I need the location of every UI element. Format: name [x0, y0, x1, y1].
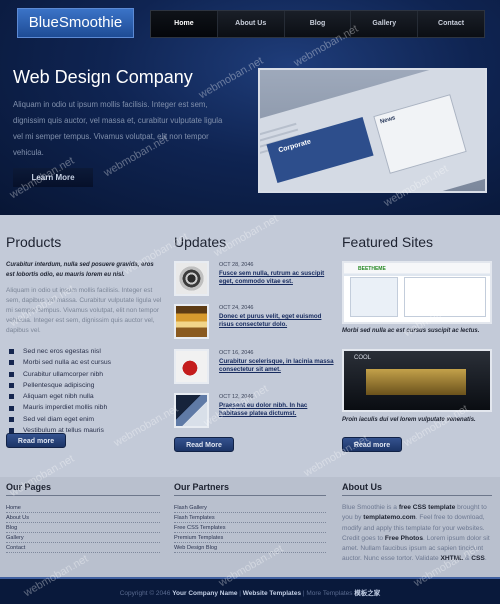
partner-link[interactable]: Flash Templates — [174, 513, 326, 523]
our-pages-list: Home About Us Blog Gallery Contact — [6, 503, 160, 553]
update-link[interactable]: Praesent eu dolor nibh. In hac habitasse… — [219, 402, 335, 418]
main-content: Products Curabitur interdum, nulla sed p… — [0, 215, 500, 477]
header: BlueSmoothie Home About Us Blog Gallery … — [0, 0, 500, 215]
our-partners-title: Our Partners — [174, 482, 230, 492]
hero-template-preview: Corporate News — [258, 68, 487, 193]
partner-link[interactable]: Free CSS Templates — [174, 523, 326, 533]
square-bullet-icon — [9, 383, 14, 389]
divider — [6, 495, 160, 496]
footer-links: Our Pages Home About Us Blog Gallery Con… — [0, 477, 500, 577]
square-bullet-icon — [9, 349, 14, 355]
list-item: Sed nec eros egestas nisl — [6, 346, 164, 357]
company-link[interactable]: Your Company Name — [172, 590, 237, 597]
partner-link[interactable]: Premium Templates — [174, 533, 326, 543]
footer-link-about-us[interactable]: About Us — [6, 513, 160, 523]
update-item: OCT 24, 2046 Donec et purus velit, eget … — [174, 304, 334, 344]
our-pages-title: Our Pages — [6, 482, 52, 492]
update-link[interactable]: Fusce sem nulla, rutrum ac suscipit eget… — [219, 270, 335, 286]
site-sidebar — [350, 277, 398, 317]
learn-more-button[interactable]: Learn More — [13, 168, 93, 187]
about-us-title: About Us — [342, 482, 382, 492]
list-item: Sed vel diam eget enim — [6, 414, 164, 425]
site-logo-text: COOL — [354, 355, 372, 361]
footer-link-gallery[interactable]: Gallery — [6, 533, 160, 543]
featured-site-caption: Proin iaculis dui vel lorem vulputate ve… — [342, 417, 476, 423]
about-link[interactable]: Free Photos — [385, 535, 423, 542]
copyright-text: Copyright © 2046 Your Company Name | Web… — [119, 590, 381, 597]
about-link[interactable]: XHTML — [440, 555, 463, 562]
update-item: OCT 16, 2046 Curabitur scelerisque, in l… — [174, 349, 334, 389]
footer-link-home[interactable]: Home — [6, 503, 160, 513]
website-templates-link[interactable]: Website Templates — [243, 590, 301, 597]
update-thumbnail[interactable] — [174, 304, 209, 339]
list-item: Curabitur ullamcorper nibh — [6, 369, 164, 380]
products-intro: Curabitur interdum, nulla sed posuere gr… — [6, 262, 154, 278]
main-nav: Home About Us Blog Gallery Contact — [150, 10, 485, 38]
update-date: OCT 24, 2046 — [219, 305, 254, 311]
nav-gallery[interactable]: Gallery — [351, 11, 419, 37]
update-item: OCT 12, 2046 Praesent eu dolor nibh. In … — [174, 393, 334, 433]
update-item: OCT 28, 2046 Fusce sem nulla, rutrum ac … — [174, 261, 334, 301]
list-item: Mauris imperdiet mollis nibh — [6, 402, 164, 413]
updates-column: Updates OCT 28, 2046 Fusce sem nulla, ru… — [174, 215, 334, 452]
site-logo-text: BEETHEME — [358, 266, 386, 272]
nav-blog[interactable]: Blog — [285, 11, 352, 37]
cn-link[interactable]: 模板之家 — [354, 590, 380, 597]
updates-title: Updates — [174, 234, 227, 250]
page: BlueSmoothie Home About Us Blog Gallery … — [0, 0, 500, 604]
our-partners-list: Flash Gallery Flash Templates Free CSS T… — [174, 503, 326, 553]
about-link[interactable]: templatemo.com — [363, 514, 415, 521]
square-bullet-icon — [9, 405, 14, 411]
list-item: Aliquam eget nibh nulla — [6, 391, 164, 402]
featured-site-caption: Morbi sed nulla ac est cursus suscipit a… — [342, 328, 480, 334]
hero-title: Web Design Company — [13, 67, 193, 87]
update-date: OCT 28, 2046 — [219, 262, 254, 268]
products-title: Products — [6, 234, 62, 250]
update-thumbnail[interactable] — [174, 393, 209, 428]
footer-link-contact[interactable]: Contact — [6, 543, 160, 553]
featured-sites-title: Featured Sites — [342, 234, 434, 250]
featured-site-thumbnail[interactable]: BEETHEME — [342, 261, 492, 324]
featured-sites-column: Featured Sites BEETHEME Morbi sed nulla … — [342, 215, 492, 452]
about-us-text: Blue Smoothie is a free CSS template bro… — [342, 504, 490, 563]
products-column: Products Curabitur interdum, nulla sed p… — [6, 215, 164, 448]
about-link[interactable]: free CSS template — [399, 504, 455, 511]
footer-link-blog[interactable]: Blog — [6, 523, 160, 533]
featured-site-thumbnail[interactable]: COOL — [342, 349, 492, 412]
nav-about-us[interactable]: About Us — [218, 11, 285, 37]
square-bullet-icon — [9, 360, 14, 366]
update-link[interactable]: Curabitur scelerisque, in lacinia massa … — [219, 358, 335, 374]
partner-link[interactable]: Flash Gallery — [174, 503, 326, 513]
update-thumbnail[interactable] — [174, 349, 209, 384]
square-bullet-icon — [9, 416, 14, 422]
divider — [342, 495, 492, 496]
nav-contact[interactable]: Contact — [418, 11, 484, 37]
copyright-bar: Copyright © 2046 Your Company Name | Web… — [0, 577, 500, 604]
updates-read-more-button[interactable]: Read More — [174, 437, 234, 452]
products-read-more-button[interactable]: Read more — [6, 433, 66, 448]
site-banner — [366, 369, 466, 395]
products-list: Sed nec eros egestas nisl Morbi sed null… — [6, 346, 164, 436]
products-body: Aliquam in odio ut ipsum mollis facilisi… — [6, 287, 162, 334]
featured-read-more-button[interactable]: Read more — [342, 437, 402, 452]
site-logo[interactable]: BlueSmoothie — [17, 8, 134, 38]
update-thumbnail[interactable] — [174, 261, 209, 296]
site-content — [404, 277, 486, 317]
update-date: OCT 12, 2046 — [219, 394, 254, 400]
list-item: Morbi sed nulla ac est cursus — [6, 357, 164, 368]
square-bullet-icon — [9, 371, 14, 377]
about-link[interactable]: CSS — [471, 555, 485, 562]
square-bullet-icon — [9, 394, 14, 400]
update-date: OCT 16, 2046 — [219, 350, 254, 356]
hero-text: Aliquam in odio ut ipsum mollis facilisi… — [13, 100, 223, 157]
divider — [174, 495, 326, 496]
list-item: Pellentesque adipiscing — [6, 380, 164, 391]
nav-home[interactable]: Home — [151, 11, 218, 37]
update-link[interactable]: Donec et purus velit, eget euismod risus… — [219, 313, 335, 329]
partner-link[interactable]: Web Design Blog — [174, 543, 326, 553]
